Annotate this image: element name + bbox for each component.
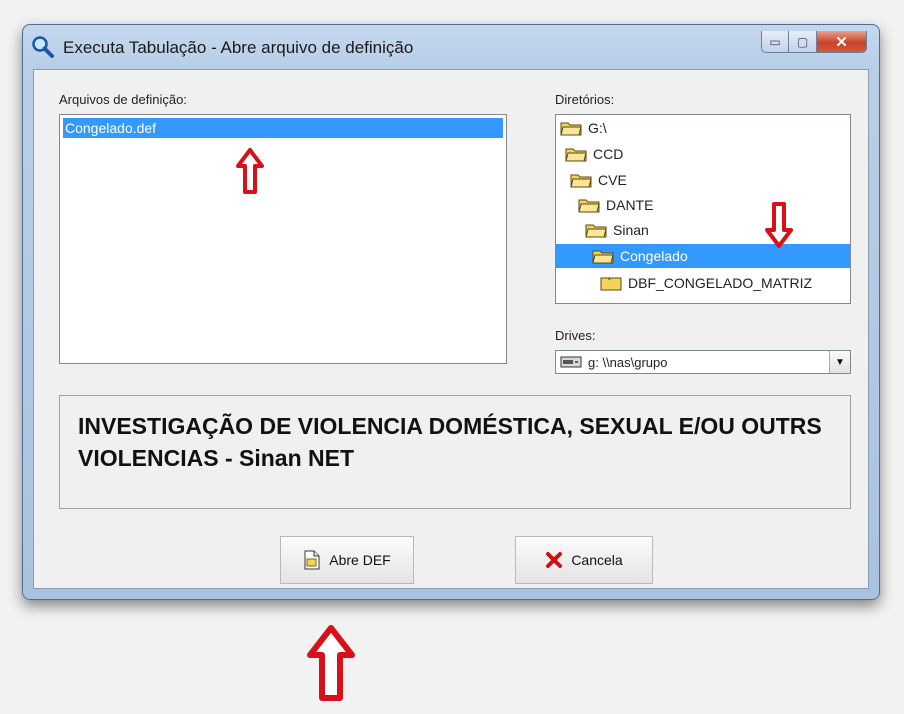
- title-bar[interactable]: Executa Tabulação - Abre arquivo de defi…: [23, 25, 879, 69]
- definition-files-list[interactable]: Congelado.def: [59, 114, 507, 364]
- window-title: Executa Tabulação - Abre arquivo de defi…: [63, 38, 414, 57]
- dir-label: Sinan: [613, 222, 649, 238]
- folder-icon: [560, 122, 582, 136]
- drives-label: Drives:: [555, 328, 596, 343]
- annotation-arrow-icon: [236, 148, 264, 194]
- annotation-arrow-icon: [307, 625, 355, 701]
- maximize-button[interactable]: ▢: [789, 31, 817, 53]
- close-button[interactable]: ✕: [817, 31, 867, 53]
- cancel-button[interactable]: Cancela: [515, 536, 653, 584]
- window-controls: ▭ ▢ ✕: [761, 31, 867, 53]
- open-def-label: Abre DEF: [329, 552, 391, 568]
- magnifier-icon: [31, 35, 55, 59]
- dialog-client-area: Arquivos de definição: Congelado.def Dir…: [33, 69, 869, 589]
- folder-icon: [565, 148, 587, 162]
- maximize-icon: ▢: [796, 34, 809, 49]
- dialog-window: Executa Tabulação - Abre arquivo de defi…: [22, 24, 880, 600]
- drive-icon: [560, 356, 582, 368]
- dir-label: DBF_CONGELADO_MATRIZ: [628, 275, 813, 291]
- drive-value: g: \\nas\grupo: [588, 354, 668, 370]
- folder-icon: [592, 250, 614, 264]
- folder-icon: [585, 224, 607, 238]
- drive-select[interactable]: g: \\nas\grupo ▼: [555, 350, 851, 374]
- directories-tree[interactable]: G:\ CCD CVE DANTE Sinan Congelado DBF_CO…: [555, 114, 851, 304]
- close-icon: ✕: [835, 33, 848, 51]
- red-x-icon: [545, 551, 563, 569]
- dir-label: G:\: [588, 120, 607, 136]
- definition-description: INVESTIGAÇÃO DE VIOLENCIA DOMÉSTICA, SEX…: [78, 413, 822, 471]
- minimize-icon: ▭: [769, 34, 781, 49]
- dir-label: DANTE: [606, 197, 654, 213]
- chevron-down-icon[interactable]: ▼: [829, 351, 850, 373]
- annotation-arrow-icon: [765, 202, 793, 248]
- dir-label: Congelado: [620, 248, 688, 264]
- directories-label: Diretórios:: [555, 92, 615, 107]
- dir-item-root[interactable]: G:\: [560, 116, 607, 140]
- dir-label: CVE: [598, 172, 627, 188]
- dir-item-ccd[interactable]: CCD: [565, 142, 623, 166]
- description-panel: INVESTIGAÇÃO DE VIOLENCIA DOMÉSTICA, SEX…: [59, 395, 851, 509]
- folder-icon: [570, 174, 592, 188]
- dir-item-dante[interactable]: DANTE: [578, 193, 653, 217]
- dir-item-congelado[interactable]: Congelado: [556, 244, 850, 268]
- list-item[interactable]: Congelado.def: [63, 118, 503, 138]
- dir-item-sinan[interactable]: Sinan: [585, 218, 649, 242]
- cancel-label: Cancela: [571, 552, 623, 568]
- dir-label: CCD: [593, 146, 624, 162]
- files-label: Arquivos de definição:: [59, 92, 187, 107]
- open-def-button[interactable]: Abre DEF: [280, 536, 414, 584]
- folder-icon: [600, 277, 622, 291]
- dir-item-dbf-congelado-matriz[interactable]: DBF_CONGELADO_MATRIZ: [600, 271, 812, 295]
- dir-item-cve[interactable]: CVE: [570, 168, 627, 192]
- document-icon: [303, 550, 321, 570]
- minimize-button[interactable]: ▭: [761, 31, 789, 53]
- folder-icon: [578, 199, 600, 213]
